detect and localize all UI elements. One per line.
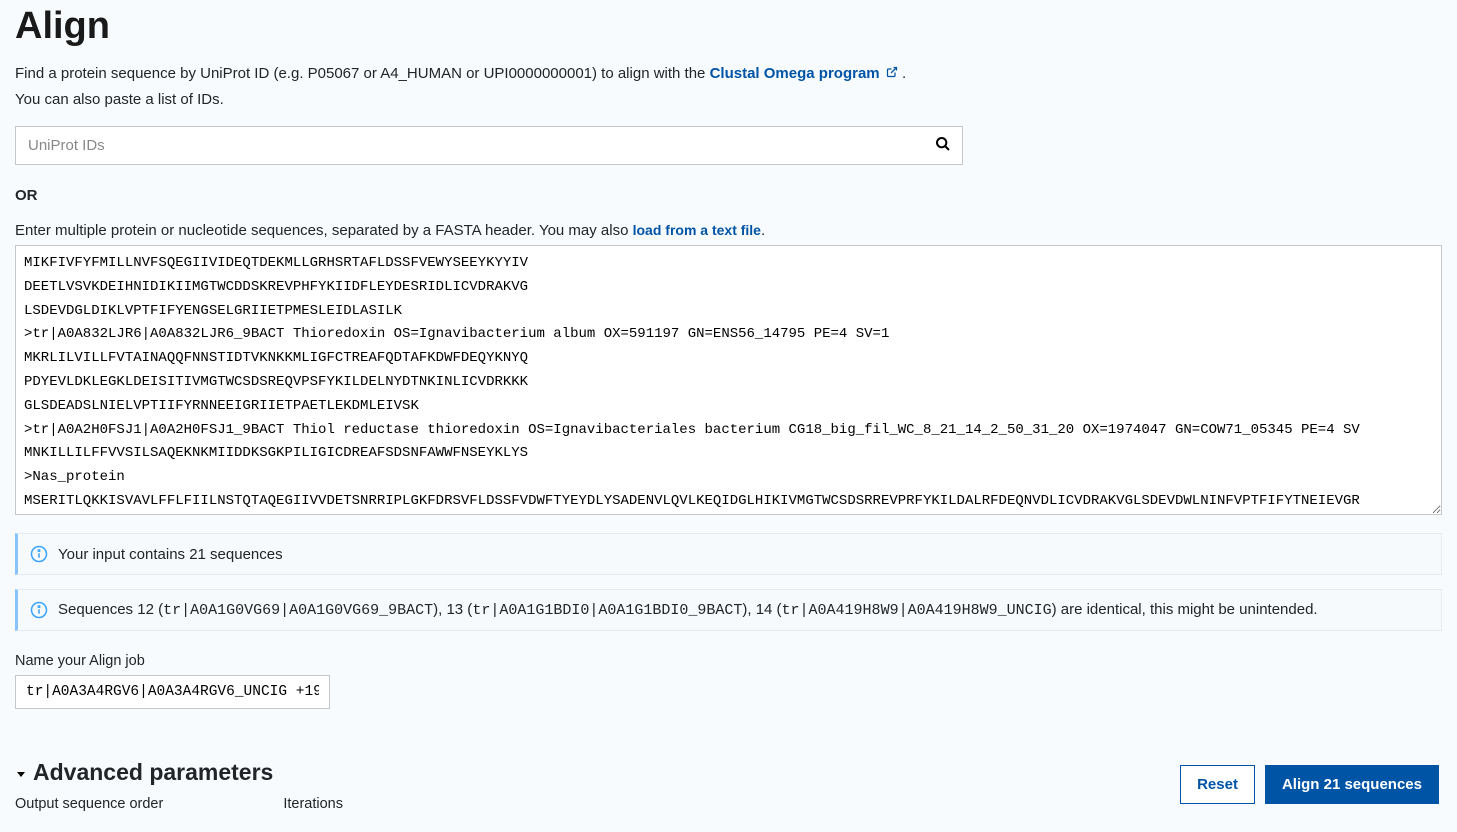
info-icon <box>30 601 48 619</box>
reset-button[interactable]: Reset <box>1180 765 1255 804</box>
info2-m2: ), 14 ( <box>742 601 781 618</box>
or-separator: OR <box>15 187 1442 204</box>
clustal-link-text: Clustal Omega program <box>710 65 880 82</box>
intro-text-post: . <box>902 65 906 82</box>
intro-text-pre: Find a protein sequence by UniProt ID (e… <box>15 65 710 82</box>
job-name-input[interactable] <box>15 675 330 709</box>
info2-m1: ), 13 ( <box>433 601 472 618</box>
info-sequence-count: Your input contains 21 sequences <box>15 533 1442 575</box>
info2-seq2: tr|A0A1G1BDI0|A0A1G1BDI0_9BACT <box>472 602 742 619</box>
info-identical-warning: Sequences 12 (tr|A0A1G0VG69|A0A1G0VG69_9… <box>15 589 1442 631</box>
external-link-icon <box>884 65 898 82</box>
intro-line-2: You can also paste a list of IDs. <box>15 89 1442 112</box>
job-name-label: Name your Align job <box>15 653 1442 669</box>
uniprot-id-input[interactable] <box>15 126 963 165</box>
info-sequence-count-text: Your input contains 21 sequences <box>58 546 283 563</box>
output-sequence-order-label: Output sequence order <box>15 796 163 812</box>
info2-post: ) are identical, this might be unintende… <box>1052 601 1318 618</box>
info-identical-text: Sequences 12 (tr|A0A1G0VG69|A0A1G0VG69_9… <box>58 601 1318 619</box>
sequence-textarea[interactable] <box>15 245 1442 515</box>
job-name-section: Name your Align job <box>15 653 1442 709</box>
fasta-intro-post: . <box>761 222 765 239</box>
submit-align-button[interactable]: Align 21 sequences <box>1265 765 1439 804</box>
info2-seq1: tr|A0A1G0VG69|A0A1G0VG69_9BACT <box>163 602 433 619</box>
info2-pre: Sequences 12 ( <box>58 601 163 618</box>
fasta-intro-pre: Enter multiple protein or nucleotide seq… <box>15 222 633 239</box>
iterations-label: Iterations <box>283 796 343 812</box>
intro-line-1: Find a protein sequence by UniProt ID (e… <box>15 63 1442 86</box>
caret-down-icon <box>15 759 27 786</box>
info2-seq3: tr|A0A419H8W9|A0A419H8W9_UNCIG <box>782 602 1052 619</box>
fasta-intro: Enter multiple protein or nucleotide seq… <box>15 222 1442 239</box>
load-from-file-link[interactable]: load from a text file <box>633 222 761 238</box>
clustal-omega-link[interactable]: Clustal Omega program <box>710 63 898 86</box>
footer-actions: Reset Align 21 sequences <box>1180 765 1439 804</box>
page-title: Align <box>15 5 1442 48</box>
advanced-parameters-title: Advanced parameters <box>33 759 273 786</box>
uniprot-id-search <box>15 126 963 165</box>
info-icon <box>30 545 48 563</box>
